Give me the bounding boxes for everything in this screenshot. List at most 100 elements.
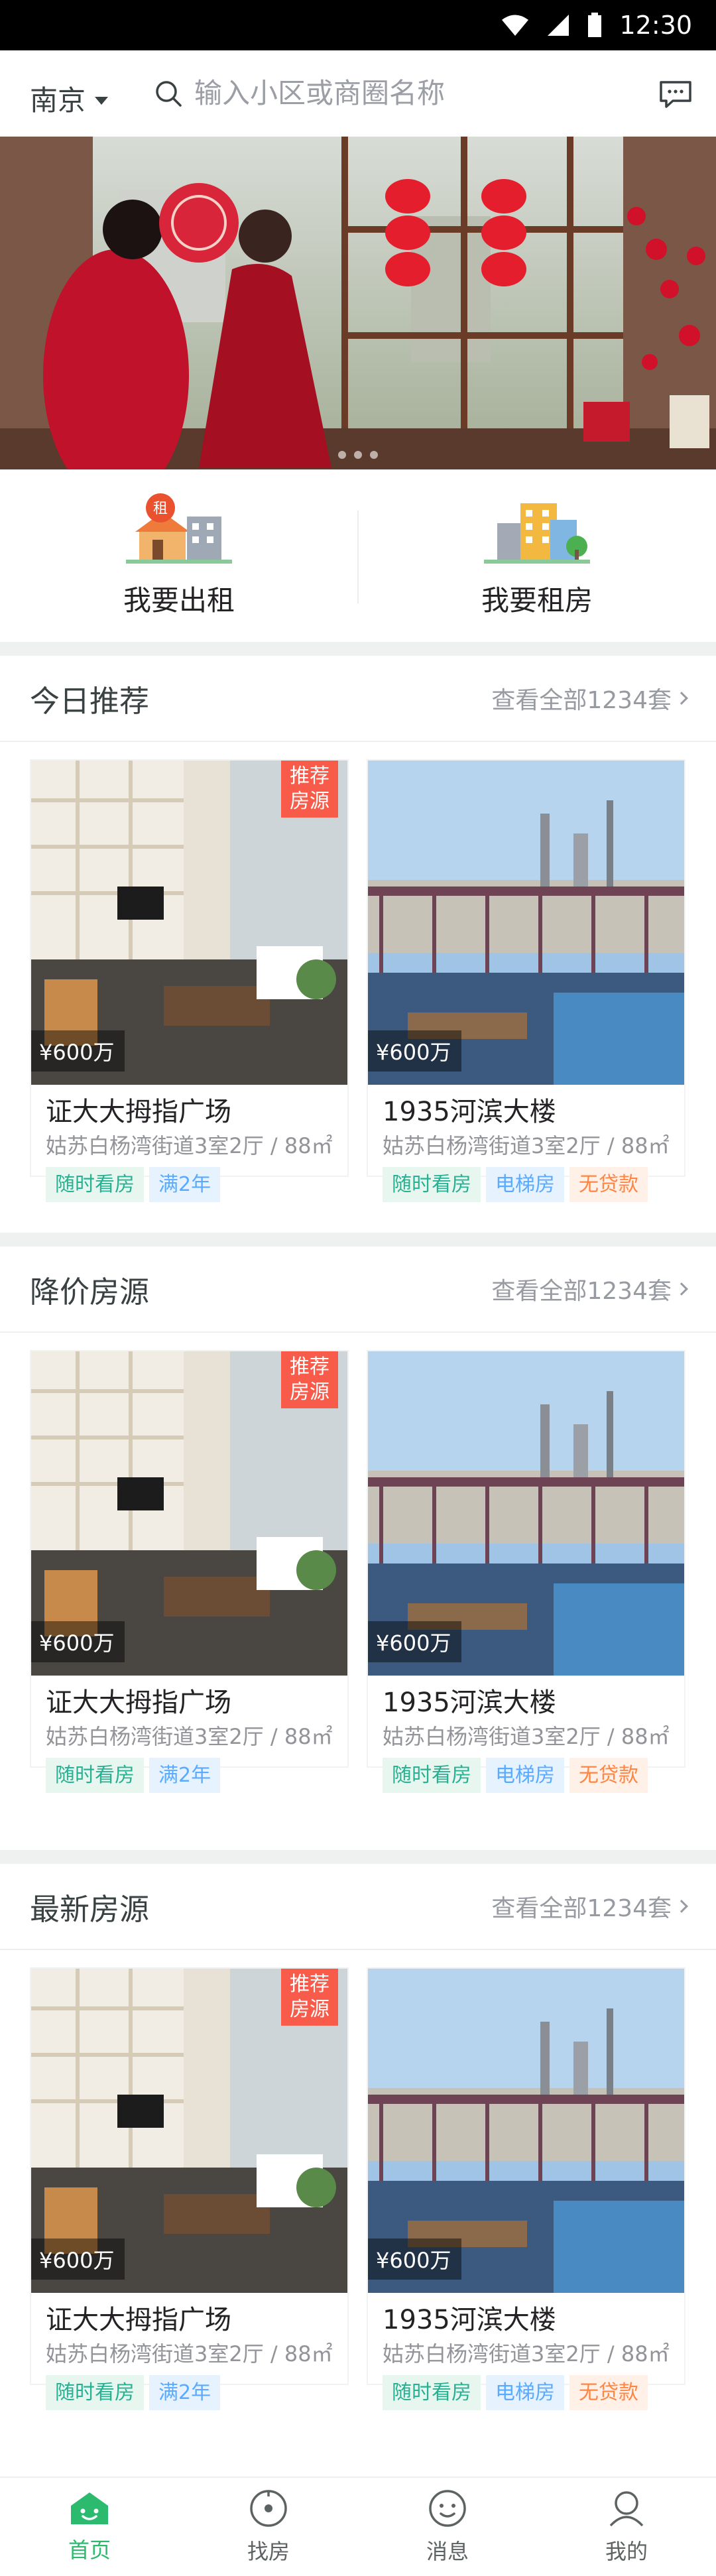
rent-out-button[interactable]: 租 我要出租 bbox=[0, 469, 358, 642]
city-name: 南京 bbox=[30, 84, 86, 117]
tab-label: 消息 bbox=[426, 2539, 469, 2564]
house-subtitle: 姑苏白杨湾街道3室2厅 / 88㎡ bbox=[46, 1724, 333, 1749]
banner-pagination bbox=[0, 449, 716, 461]
section-latest: 最新房源 查看全部1234套 推荐 房源 ¥600万 证大大拇指广场 姑苏白杨湾… bbox=[0, 1864, 716, 2477]
tab-messages[interactable]: 消息 bbox=[358, 2478, 537, 2576]
view-all-link[interactable]: 查看全部1234套 bbox=[491, 681, 688, 715]
house-photo: ¥600万 bbox=[368, 761, 684, 1085]
status-bar: 12:30 bbox=[0, 0, 716, 50]
signal-icon bbox=[548, 15, 569, 36]
wifi-icon bbox=[502, 15, 529, 36]
tab-home[interactable]: 首页 bbox=[0, 2478, 179, 2576]
price-tag: ¥600万 bbox=[31, 1621, 125, 1662]
section-gap bbox=[0, 1850, 716, 1864]
battery-icon bbox=[588, 13, 602, 37]
house-title: 证大大拇指广场 bbox=[46, 1687, 231, 1718]
house-subtitle: 姑苏白杨湾街道3室2厅 / 88㎡ bbox=[46, 1133, 333, 1158]
house-photo: 推荐 房源 ¥600万 bbox=[31, 761, 347, 1085]
find-house-icon bbox=[250, 2490, 287, 2527]
tab-label: 找房 bbox=[247, 2539, 290, 2564]
tag-elevator: 电梯房 bbox=[486, 1758, 564, 1793]
top-header: 南京 bbox=[0, 50, 716, 137]
tab-label: 首页 bbox=[68, 2538, 111, 2563]
message-icon bbox=[429, 2490, 466, 2527]
house-title: 1935河滨大楼 bbox=[383, 1687, 556, 1718]
house-photo: ¥600万 bbox=[368, 1351, 684, 1676]
tag-elevator: 电梯房 bbox=[486, 1167, 564, 1202]
price-tag: ¥600万 bbox=[368, 1621, 462, 1662]
section-title: 最新房源 bbox=[30, 1891, 150, 1927]
tag-over-2-years: 满2年 bbox=[149, 2375, 221, 2410]
price-tag: ¥600万 bbox=[368, 2239, 462, 2280]
section-today-recommend: 今日推荐 查看全部1234套 推荐 房源 ¥600万 证大大拇指广场 姑苏白杨湾… bbox=[0, 656, 716, 1233]
chevron-right-icon bbox=[675, 1900, 688, 1913]
view-all-label: 查看全部1234套 bbox=[491, 687, 672, 714]
quick-actions: 租 我要出租 我要租房 bbox=[0, 469, 716, 642]
caret-down-icon bbox=[95, 96, 109, 105]
section-header: 今日推荐 查看全部1234套 bbox=[0, 656, 716, 742]
tag-anytime-viewing: 随时看房 bbox=[383, 1167, 481, 1202]
status-time: 12:30 bbox=[619, 11, 692, 40]
home-icon bbox=[71, 2492, 108, 2524]
view-all-link[interactable]: 查看全部1234套 bbox=[491, 1889, 688, 1924]
bottom-tab-bar: 首页 找房 消息 我的 bbox=[0, 2477, 716, 2576]
section-title: 降价房源 bbox=[30, 1274, 150, 1310]
section-gap bbox=[0, 1233, 716, 1247]
section-price-drop: 降价房源 查看全部1234套 推荐 房源 ¥600万 证大大拇指广场 姑苏白杨湾… bbox=[0, 1247, 716, 1843]
rent-house-label: 我要租房 bbox=[481, 583, 593, 617]
price-tag: ¥600万 bbox=[368, 1030, 462, 1072]
tag-no-loan: 无贷款 bbox=[569, 1167, 648, 1202]
house-title: 1935河滨大楼 bbox=[383, 1097, 556, 1127]
house-photo: ¥600万 bbox=[368, 1969, 684, 2293]
view-all-label: 查看全部1234套 bbox=[491, 1895, 672, 1922]
house-card[interactable]: ¥600万 1935河滨大楼 姑苏白杨湾街道3室2厅 / 88㎡ 随时看房 电梯… bbox=[367, 759, 686, 1202]
house-card[interactable]: 推荐 房源 ¥600万 证大大拇指广场 姑苏白杨湾街道3室2厅 / 88㎡ 随时看… bbox=[30, 759, 349, 1202]
house-photo: 推荐 房源 ¥600万 bbox=[31, 1969, 347, 2293]
rent-house-icon bbox=[484, 503, 590, 564]
tag-no-loan: 无贷款 bbox=[569, 2375, 648, 2410]
rent-out-icon: 租 bbox=[126, 493, 232, 564]
view-all-link[interactable]: 查看全部1234套 bbox=[491, 1272, 688, 1306]
tag-elevator: 电梯房 bbox=[486, 2375, 564, 2410]
house-card[interactable]: 推荐 房源 ¥600万 证大大拇指广场 姑苏白杨湾街道3室2厅 / 88㎡ 随时看… bbox=[30, 1967, 349, 2410]
house-title: 证大大拇指广场 bbox=[46, 1097, 231, 1127]
view-all-label: 查看全部1234套 bbox=[491, 1278, 672, 1305]
tag-anytime-viewing: 随时看房 bbox=[383, 2375, 481, 2410]
section-header: 降价房源 查看全部1234套 bbox=[0, 1247, 716, 1333]
tag-over-2-years: 满2年 bbox=[149, 1167, 221, 1202]
search-input[interactable] bbox=[194, 77, 566, 109]
house-title: 证大大拇指广场 bbox=[46, 2305, 231, 2335]
rent-out-badge: 租 bbox=[153, 501, 168, 517]
house-card[interactable]: 推荐 房源 ¥600万 证大大拇指广场 姑苏白杨湾街道3室2厅 / 88㎡ 随时看… bbox=[30, 1350, 349, 1793]
city-selector[interactable]: 南京 bbox=[30, 78, 109, 119]
rent-out-label: 我要出租 bbox=[123, 583, 235, 617]
chevron-right-icon bbox=[675, 692, 688, 705]
tab-find-house[interactable]: 找房 bbox=[179, 2478, 358, 2576]
section-header: 最新房源 查看全部1234套 bbox=[0, 1864, 716, 1950]
house-card[interactable]: ¥600万 1935河滨大楼 姑苏白杨湾街道3室2厅 / 88㎡ 随时看房 电梯… bbox=[367, 1350, 686, 1793]
price-tag: ¥600万 bbox=[31, 1030, 125, 1072]
house-title: 1935河滨大楼 bbox=[383, 2305, 556, 2335]
house-subtitle: 姑苏白杨湾街道3室2厅 / 88㎡ bbox=[383, 2341, 670, 2366]
search-bar[interactable] bbox=[154, 77, 566, 109]
section-title: 今日推荐 bbox=[30, 683, 150, 719]
profile-icon bbox=[609, 2491, 644, 2527]
house-subtitle: 姑苏白杨湾街道3室2厅 / 88㎡ bbox=[383, 1133, 670, 1158]
recommend-badge: 推荐 房源 bbox=[281, 761, 338, 818]
rent-house-button[interactable]: 我要租房 bbox=[358, 469, 716, 642]
chat-icon[interactable] bbox=[658, 80, 693, 109]
tag-over-2-years: 满2年 bbox=[149, 1758, 221, 1793]
tag-anytime-viewing: 随时看房 bbox=[383, 1758, 481, 1793]
house-card[interactable]: ¥600万 1935河滨大楼 姑苏白杨湾街道3室2厅 / 88㎡ 随时看房 电梯… bbox=[367, 1967, 686, 2410]
tab-profile[interactable]: 我的 bbox=[537, 2478, 716, 2576]
tab-label: 我的 bbox=[605, 2539, 648, 2564]
price-tag: ¥600万 bbox=[31, 2239, 125, 2280]
section-gap bbox=[0, 642, 716, 656]
house-subtitle: 姑苏白杨湾街道3室2厅 / 88㎡ bbox=[383, 1724, 670, 1749]
house-subtitle: 姑苏白杨湾街道3室2厅 / 88㎡ bbox=[46, 2341, 333, 2366]
promo-banner[interactable] bbox=[0, 137, 716, 469]
tag-anytime-viewing: 随时看房 bbox=[46, 1167, 144, 1202]
house-photo: 推荐 房源 ¥600万 bbox=[31, 1351, 347, 1676]
tag-no-loan: 无贷款 bbox=[569, 1758, 648, 1793]
tag-anytime-viewing: 随时看房 bbox=[46, 1758, 144, 1793]
